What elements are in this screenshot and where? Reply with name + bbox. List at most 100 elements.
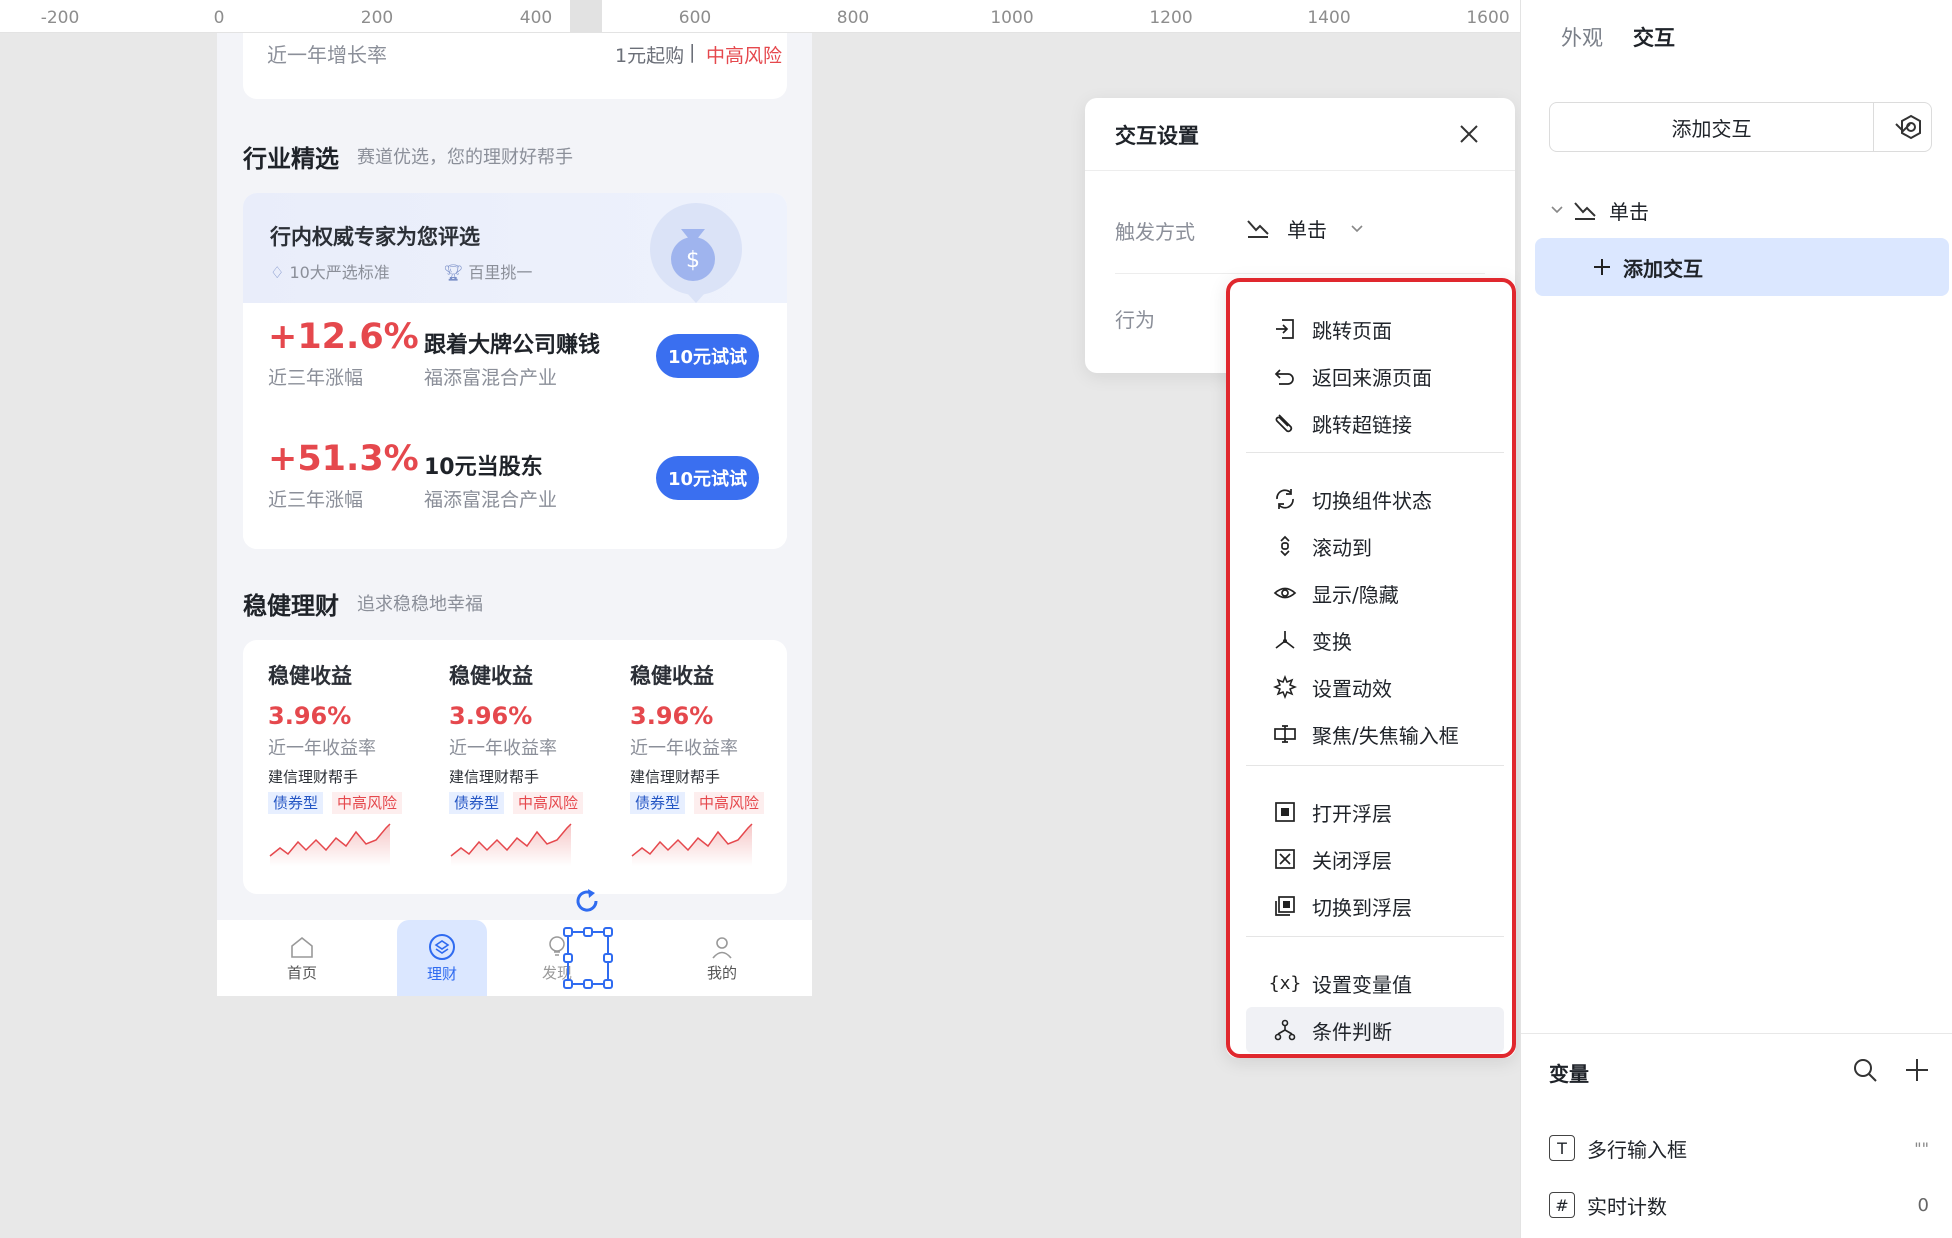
- bottom-tabbar: 首页 理财 发现 我的: [217, 920, 812, 996]
- badge-standard: ♢ 10大严选标准: [270, 259, 390, 283]
- tab-mine-label: 我的: [706, 963, 737, 982]
- fund-rate: +12.6%: [268, 317, 419, 357]
- bond-tag: 债券型: [630, 792, 686, 814]
- fund-rate: +51.3%: [268, 439, 419, 479]
- sparkline: [450, 823, 572, 866]
- stable-name: 稳健收益: [268, 664, 352, 688]
- divider: [1521, 1033, 1952, 1034]
- resize-handle[interactable]: [583, 979, 593, 989]
- resize-handle[interactable]: [583, 927, 593, 937]
- selection-box[interactable]: [563, 927, 613, 989]
- fund-sub: 福添富混合产业: [424, 489, 558, 511]
- fund-list: +12.6% 近三年涨幅 跟着大牌公司赚钱 福添富混合产业 10元试试 +51.…: [243, 303, 787, 549]
- stable-title: 稳健理财: [243, 592, 339, 620]
- plus-icon: [1594, 259, 1610, 275]
- tab-home[interactable]: 首页: [257, 920, 347, 996]
- sparkline: [269, 823, 391, 866]
- resize-handle[interactable]: [603, 953, 613, 963]
- badge-standard-label: 10大严选标准: [289, 263, 390, 282]
- trigger-select[interactable]: 单击: [1245, 208, 1415, 248]
- popup-title: 交互设置: [1115, 124, 1199, 148]
- risk-tag: 中高风险: [332, 792, 403, 814]
- stable-rate: 3.96%: [449, 702, 533, 730]
- ruler-tick: -200: [40, 8, 80, 28]
- stable-name: 稳健收益: [449, 664, 533, 688]
- badge-select: 🏆︎ 百里挑一: [443, 259, 532, 283]
- variable-value: "": [1914, 1138, 1929, 1158]
- stable-rate: 3.96%: [268, 702, 352, 730]
- action-label: 行为: [1115, 308, 1155, 332]
- settings-icon[interactable]: [1897, 113, 1925, 141]
- industry-title: 行业精选: [243, 145, 339, 173]
- add-interaction-button[interactable]: 添加交互: [1549, 102, 1874, 152]
- tree-add-label: 添加交互: [1623, 256, 1703, 281]
- resize-handle[interactable]: [603, 979, 613, 989]
- red-highlight-box: [1226, 278, 1516, 1058]
- finance-icon: [429, 933, 455, 960]
- resize-handle[interactable]: [563, 927, 573, 937]
- phone-artboard[interactable]: 近一年增长率 1元起购 | 中高风险 行业精选 赛道优选，您的理财好帮手 行内权…: [217, 33, 812, 996]
- fund-name: 跟着大牌公司赚钱: [424, 333, 601, 358]
- ruler-tick: 800: [836, 8, 870, 28]
- variable-row[interactable]: T 多行输入框 "": [1549, 1128, 1929, 1168]
- fund-sub: 福添富混合产业: [424, 367, 558, 389]
- action-dropdown: 跳转页面 返回来源页面 跳转超链接 切换组件状态 滚动到 显示/隐藏 变换 设置…: [1226, 278, 1516, 1058]
- resize-handle[interactable]: [603, 927, 613, 937]
- industry-subtitle: 赛道优选，您的理财好帮手: [357, 147, 573, 168]
- rotate-handle-icon[interactable]: [572, 886, 602, 916]
- add-variable-icon[interactable]: [1903, 1056, 1931, 1084]
- badge-select-label: 百里挑一: [468, 263, 533, 282]
- bond-tag: 债券型: [449, 792, 505, 814]
- tab-appearance[interactable]: 外观: [1561, 22, 1603, 52]
- text-variable-icon: T: [1549, 1135, 1575, 1161]
- ruler-tick: 400: [519, 8, 553, 28]
- stable-manager: 建信理财帮手: [630, 768, 721, 786]
- svg-text:$: $: [686, 248, 700, 273]
- start-amount: 1元起购: [615, 45, 685, 67]
- fund-name: 10元当股东: [424, 455, 543, 480]
- close-icon[interactable]: [1457, 122, 1481, 146]
- variables-title: 变量: [1549, 1062, 1589, 1086]
- fund-rate-label: 近三年涨幅: [268, 367, 364, 389]
- banner-title: 行内权威专家为您评选: [270, 225, 480, 249]
- stable-rate-label: 近一年收益率: [630, 738, 738, 759]
- user-icon: [712, 936, 732, 959]
- tab-finance-label: 理财: [426, 964, 457, 983]
- money-bag-icon: $: [650, 203, 742, 303]
- thumb-icon: ♢: [270, 263, 285, 282]
- sparkline: [631, 823, 753, 866]
- divider: [1085, 170, 1515, 171]
- stable-subtitle: 追求稳稳地幸福: [357, 594, 483, 615]
- variable-name: 多行输入框: [1587, 1137, 1687, 1162]
- trigger-value: 单击: [1287, 217, 1327, 242]
- tab-home-label: 首页: [286, 963, 317, 982]
- click-icon: [1574, 202, 1596, 220]
- ruler-tick: 1600: [1466, 8, 1510, 28]
- stable-card: 稳健收益 3.96% 近一年收益率 建信理财帮手 债券型 中高风险 稳健收益 3…: [243, 640, 787, 894]
- tree-trigger-node[interactable]: 单击: [1549, 194, 1649, 226]
- horizontal-ruler: -200 0 200 400 600 800 1000 1200 1400 16…: [0, 0, 1520, 33]
- industry-card: 行内权威专家为您评选 ♢ 10大严选标准 🏆︎ 百里挑一 $ +12.6% 近三…: [243, 193, 787, 549]
- fund-rate-label: 近三年涨幅: [268, 489, 364, 511]
- tab-interaction[interactable]: 交互: [1633, 22, 1675, 52]
- try-10-button[interactable]: 10元试试: [656, 456, 759, 500]
- try-10-button[interactable]: 10元试试: [656, 334, 759, 378]
- bond-tag: 债券型: [268, 792, 324, 814]
- resize-handle[interactable]: [563, 953, 573, 963]
- risk-tag: 中高风险: [694, 792, 765, 814]
- growth-label: 近一年增长率: [267, 43, 387, 67]
- search-icon[interactable]: [1851, 1056, 1879, 1084]
- tab-finance[interactable]: 理财: [397, 920, 487, 996]
- tree-add-interaction[interactable]: 添加交互: [1535, 238, 1949, 296]
- variable-value: 0: [1917, 1194, 1929, 1216]
- variable-row[interactable]: # 实时计数 0: [1549, 1185, 1929, 1225]
- stable-manager: 建信理财帮手: [449, 768, 540, 786]
- trophy-icon: 🏆︎: [443, 263, 464, 282]
- ruler-tick: 600: [678, 8, 712, 28]
- ruler-selection-highlight: [570, 0, 602, 33]
- risk-tag: 中高风险: [513, 792, 584, 814]
- resize-handle[interactable]: [563, 979, 573, 989]
- tab-mine[interactable]: 我的: [677, 920, 767, 996]
- variable-name: 实时计数: [1587, 1194, 1667, 1219]
- ruler-tick: 1200: [1149, 8, 1193, 28]
